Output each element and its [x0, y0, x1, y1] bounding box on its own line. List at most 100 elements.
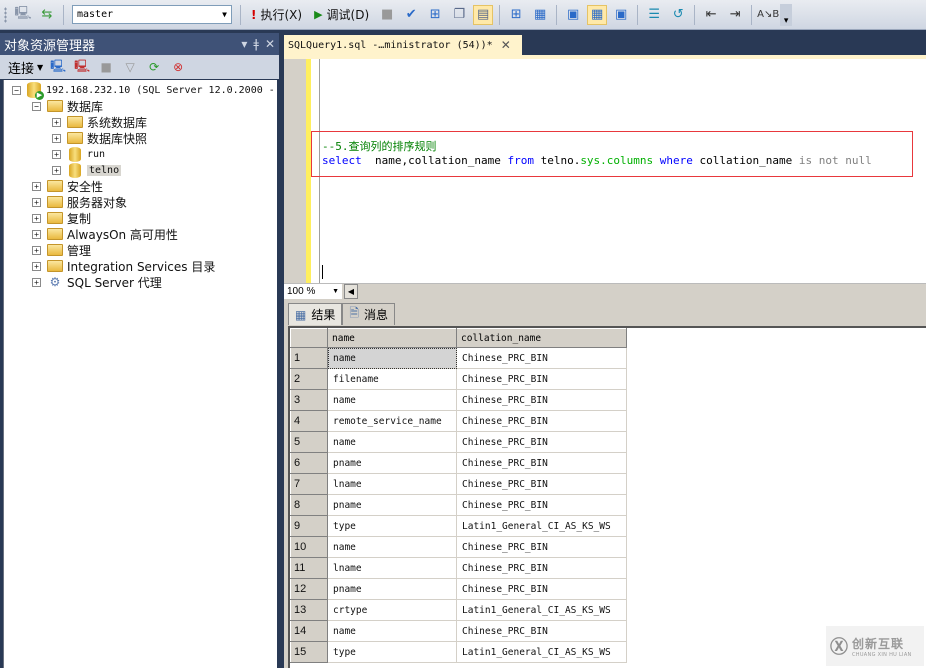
tree-node-replication[interactable]: + 复制 [32, 210, 91, 226]
table-row[interactable]: 2 filename Chinese_PRC_BIN [290, 368, 627, 390]
tree-node-server-objects[interactable]: + 服务器对象 [32, 194, 127, 210]
stop-icon[interactable]: ■ [97, 58, 115, 76]
expand-icon[interactable]: + [32, 245, 41, 255]
row-number-cell[interactable]: 13 [290, 599, 328, 621]
expand-icon[interactable]: + [32, 229, 41, 239]
cell-collation-name[interactable]: Chinese_PRC_BIN [456, 578, 627, 600]
row-number-cell[interactable]: 14 [290, 620, 328, 642]
tree-node-integration-services[interactable]: + Integration Services 目录 [32, 258, 215, 274]
change-connection-icon[interactable]: ⇆ [37, 5, 57, 25]
tree-node-alwayson[interactable]: + AlwaysOn 高可用性 [32, 226, 178, 242]
close-tab-icon[interactable]: ✕ [501, 38, 511, 52]
specify-template-values-icon[interactable]: A↘B [757, 5, 779, 25]
row-number-cell[interactable]: 1 [290, 347, 328, 369]
row-number-cell[interactable]: 5 [290, 431, 328, 453]
cell-collation-name[interactable]: Chinese_PRC_BIN [456, 494, 627, 516]
cell-name[interactable]: name [327, 536, 457, 558]
row-number-cell[interactable]: 15 [290, 641, 328, 663]
cell-collation-name[interactable]: Latin1_General_CI_AS_KS_WS [456, 641, 627, 663]
results-to-grid-icon[interactable]: ▦ [587, 4, 608, 25]
expand-icon[interactable]: + [32, 213, 41, 223]
decrease-indent-icon[interactable]: ⇤ [701, 5, 721, 25]
column-header-name[interactable]: name [327, 328, 457, 348]
display-estimated-plan-icon[interactable]: ⊞ [425, 5, 445, 25]
tree-node-db-run[interactable]: + run [52, 146, 105, 162]
cell-collation-name[interactable]: Chinese_PRC_BIN [456, 431, 627, 453]
cell-collation-name[interactable]: Chinese_PRC_BIN [456, 347, 627, 369]
tree-node-db-telno[interactable]: + telno [52, 162, 122, 178]
expand-icon[interactable]: + [52, 149, 61, 159]
row-number-cell[interactable]: 6 [290, 452, 328, 474]
cell-collation-name[interactable]: Chinese_PRC_BIN [456, 410, 627, 432]
increase-indent-icon[interactable]: ⇥ [725, 5, 745, 25]
query-editor[interactable]: --5.查询列的排序规则 select name,collation_name … [284, 59, 926, 283]
tree-node-database-snapshots[interactable]: + 数据库快照 [52, 130, 147, 146]
table-row[interactable]: 13 crtype Latin1_General_CI_AS_KS_WS [290, 599, 627, 621]
close-icon[interactable]: ✕ [265, 37, 275, 51]
row-number-cell[interactable]: 12 [290, 578, 328, 600]
expand-icon[interactable]: + [32, 181, 41, 191]
tree-node-system-databases[interactable]: + 系统数据库 [52, 114, 147, 130]
table-row[interactable]: 7 lname Chinese_PRC_BIN [290, 473, 627, 495]
include-actual-plan-icon[interactable]: ⊞ [506, 5, 526, 25]
row-number-cell[interactable]: 3 [290, 389, 328, 411]
expand-icon[interactable]: + [52, 165, 61, 175]
cell-collation-name[interactable]: Chinese_PRC_BIN [456, 368, 627, 390]
collapse-icon[interactable]: − [32, 101, 41, 111]
cell-collation-name[interactable]: Latin1_General_CI_AS_KS_WS [456, 515, 627, 537]
table-row[interactable]: 14 name Chinese_PRC_BIN [290, 620, 627, 642]
cell-name[interactable]: lname [327, 557, 457, 579]
filter-icon[interactable]: ▽ [121, 58, 139, 76]
zoom-select[interactable]: 100 % ▼ [284, 284, 342, 299]
cell-collation-name[interactable]: Chinese_PRC_BIN [456, 473, 627, 495]
cell-collation-name[interactable]: Chinese_PRC_BIN [456, 557, 627, 579]
cell-name[interactable]: name [327, 347, 457, 369]
table-row[interactable]: 1 name Chinese_PRC_BIN [290, 347, 627, 369]
connect-icon[interactable]: 🖳 [13, 5, 33, 25]
expand-icon[interactable]: + [32, 197, 41, 207]
cell-name[interactable]: name [327, 620, 457, 642]
cell-collation-name[interactable]: Chinese_PRC_BIN [456, 536, 627, 558]
database-select[interactable]: master ▼ [72, 5, 232, 24]
uncomment-icon[interactable]: ↺ [668, 5, 688, 25]
cell-collation-name[interactable]: Chinese_PRC_BIN [456, 389, 627, 411]
cell-name[interactable]: type [327, 515, 457, 537]
row-number-cell[interactable]: 8 [290, 494, 328, 516]
row-number-cell[interactable]: 11 [290, 557, 328, 579]
tab-results[interactable]: ▦ 结果 [288, 303, 343, 325]
cell-name[interactable]: pname [327, 578, 457, 600]
scroll-left-icon[interactable]: ◀ [344, 284, 358, 299]
tree-node-databases[interactable]: − 数据库 [32, 98, 103, 114]
tree-node-management[interactable]: + 管理 [32, 242, 91, 258]
pin-icon[interactable]: ǂ [253, 37, 259, 51]
row-number-cell[interactable]: 4 [290, 410, 328, 432]
cell-collation-name[interactable]: Chinese_PRC_BIN [456, 620, 627, 642]
query-options-icon[interactable]: ❐ [449, 5, 469, 25]
expand-icon[interactable]: + [52, 117, 61, 127]
cell-name[interactable]: name [327, 431, 457, 453]
results-to-text-icon[interactable]: ▣ [563, 5, 583, 25]
expand-icon[interactable]: + [32, 277, 41, 287]
connect-button[interactable]: 连接 ▼ [8, 58, 43, 77]
table-row[interactable]: 15 type Latin1_General_CI_AS_KS_WS [290, 641, 627, 663]
expand-icon[interactable]: + [52, 133, 61, 143]
debug-button[interactable]: ▶ 调试(D) [314, 6, 369, 23]
cell-name[interactable]: remote_service_name [327, 410, 457, 432]
tab-sqlquery1[interactable]: SQLQuery1.sql -…ministrator (54))* ✕ [284, 35, 522, 55]
cell-name[interactable]: name [327, 389, 457, 411]
cell-name[interactable]: filename [327, 368, 457, 390]
cell-collation-name[interactable]: Latin1_General_CI_AS_KS_WS [456, 599, 627, 621]
table-row[interactable]: 11 lname Chinese_PRC_BIN [290, 557, 627, 579]
parse-icon[interactable]: ✔ [401, 5, 421, 25]
row-number-cell[interactable]: 10 [290, 536, 328, 558]
cell-name[interactable]: pname [327, 494, 457, 516]
expand-icon[interactable]: + [32, 261, 41, 271]
table-row[interactable]: 8 pname Chinese_PRC_BIN [290, 494, 627, 516]
row-number-cell[interactable]: 2 [290, 368, 328, 390]
cell-name[interactable]: type [327, 641, 457, 663]
cell-name[interactable]: pname [327, 452, 457, 474]
collapse-icon[interactable]: − [12, 85, 21, 95]
table-row[interactable]: 3 name Chinese_PRC_BIN [290, 389, 627, 411]
window-position-icon[interactable]: ▾ [241, 37, 247, 51]
column-header-collation-name[interactable]: collation_name [456, 328, 627, 348]
